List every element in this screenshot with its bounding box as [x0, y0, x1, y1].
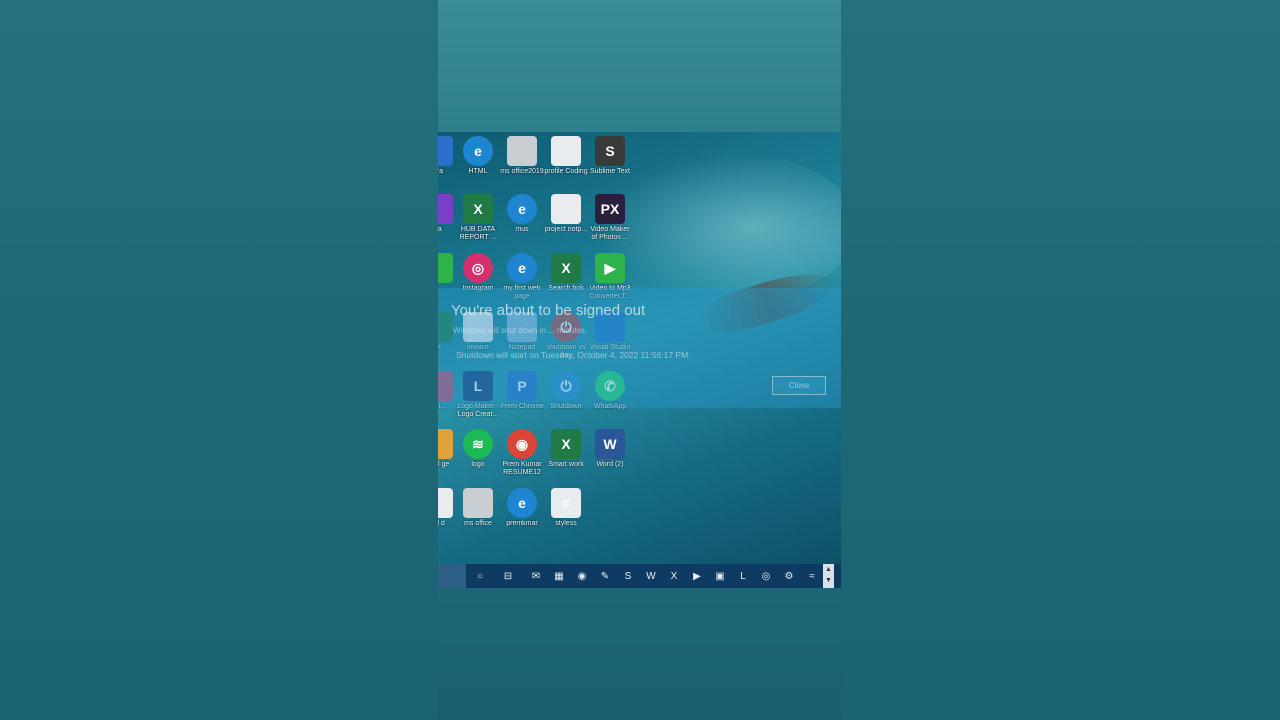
app-icon — [507, 136, 537, 166]
app-icon: ◎ — [463, 253, 493, 283]
dialog-title: You're about to be signed out — [451, 302, 646, 319]
app-icon — [463, 488, 493, 518]
app-icon: e — [507, 488, 537, 518]
tray-app-icon[interactable]: ≈ — [804, 568, 820, 584]
app-icon: ≋ — [463, 429, 493, 459]
desktop-icon[interactable]: e premkmar — [500, 488, 544, 528]
app-icon: X — [551, 253, 581, 283]
notepad-icon[interactable]: ✎ — [597, 568, 613, 584]
app-icon: PX — [595, 194, 625, 224]
blurred-background-right — [841, 0, 1280, 720]
app-icon — [551, 136, 581, 166]
app-icon: ◉ — [507, 429, 537, 459]
app-icon — [551, 194, 581, 224]
app-icon — [438, 136, 453, 166]
desktop-icon-label: Smart work — [548, 461, 584, 468]
desktop-icon[interactable]: e mus — [500, 194, 544, 234]
desktop-icon[interactable]: X Smart work — [544, 429, 588, 469]
desktop-icon[interactable]: project notp... — [544, 194, 588, 234]
desktop-icon-label: Sublime Text — [590, 168, 630, 175]
taskbar-scrollbar[interactable]: ▲ ▼ — [823, 564, 834, 588]
desktop-icon[interactable]: W Word (2) — [588, 429, 632, 469]
desktop-icon-label: styless — [555, 520, 577, 527]
desktop-icon-label: logo — [471, 461, 485, 468]
cortana-icon[interactable]: ○ — [472, 568, 488, 584]
desktop-screen: eraeHTMLms office2019profile CodingSSubl… — [438, 132, 841, 588]
logo-maker-icon[interactable]: L — [735, 568, 751, 584]
scroll-down-icon[interactable]: ▼ — [823, 575, 834, 586]
desktop-icon-label: Video Maker of Photos ... — [590, 226, 630, 241]
dialog-info: Shutdown will start on Tuesday, October … — [456, 350, 691, 360]
desktop-icon-label: HUB DATA REPORT ... — [459, 226, 497, 241]
shutdown-dialog: You're about to be signed out Windows wi… — [438, 288, 841, 408]
desktop-icon[interactable]: ◎ Instagram — [456, 253, 500, 293]
desktop-icon-label: ms office2019 — [500, 168, 544, 175]
search-box[interactable] — [438, 564, 466, 588]
desktop-icon[interactable]: # styless — [544, 488, 588, 528]
desktop-icon[interactable]: S Sublime Text — [588, 136, 632, 176]
desktop-icon-label: HTML — [468, 168, 488, 175]
app-icon — [438, 488, 453, 518]
app-icon: # — [551, 488, 581, 518]
sublime-icon[interactable]: S — [620, 568, 636, 584]
app-icon: S — [595, 136, 625, 166]
task-view-icon[interactable]: ⊟ — [500, 568, 516, 584]
word-icon[interactable]: W — [643, 568, 659, 584]
close-button[interactable]: Close — [772, 376, 826, 395]
desktop-icon[interactable]: ms office2019 — [500, 136, 544, 176]
scroll-up-icon[interactable]: ▲ — [823, 564, 834, 575]
desktop-icon[interactable]: e HTML — [456, 136, 500, 176]
desktop-icon[interactable]: X HUB DATA REPORT ... — [456, 194, 500, 242]
blurred-background-left — [0, 0, 438, 720]
video-frame: eraeHTMLms office2019profile CodingSSubl… — [438, 0, 841, 720]
app-icon: W — [595, 429, 625, 459]
mail-icon[interactable]: ✉ — [528, 568, 544, 584]
media-icon[interactable]: ◉ — [574, 568, 590, 584]
app-icon — [438, 253, 453, 283]
desktop-icon-label: mus — [515, 226, 529, 233]
app-icon: X — [463, 194, 493, 224]
desktop-icon[interactable]: ≋ logo — [456, 429, 500, 469]
taskbar: ○ ⊟ ✉ ▦ ◉ ✎ S W X ▶ ▣ L ◎ ⚙ ≈ ▲ ▼ — [438, 564, 841, 588]
excel-icon[interactable]: X — [666, 568, 682, 584]
app-icon — [438, 194, 453, 224]
desktop-icon-label: Prem Kumar RESUME12 — [502, 461, 542, 476]
app-icon: e — [507, 253, 537, 283]
app-icon: e — [463, 136, 493, 166]
desktop-icon-label: Word (2) — [596, 461, 624, 468]
desktop-icon-label: ms office — [464, 520, 492, 527]
app-icon: X — [551, 429, 581, 459]
dialog-subtitle: Windows will shut down in ... minutes. — [453, 326, 588, 335]
store-icon[interactable]: ▦ — [551, 568, 567, 584]
desktop-icon[interactable]: PX Video Maker of Photos ... — [588, 194, 632, 242]
desktop-icon-label: project notp... — [544, 226, 588, 233]
app-icon: e — [507, 194, 537, 224]
desktop-icon[interactable]: X Search bok — [544, 253, 588, 293]
settings-icon[interactable]: ⚙ — [781, 568, 797, 584]
desktop-icon-label: profile Coding — [544, 168, 588, 175]
video-converter-icon[interactable]: ▶ — [689, 568, 705, 584]
app-icon — [438, 429, 453, 459]
desktop-icon[interactable]: ◉ Prem Kumar RESUME12 — [500, 429, 544, 477]
desktop-icon-label: premkmar — [506, 520, 538, 527]
desktop-icon[interactable]: profile Coding — [544, 136, 588, 176]
chrome-icon[interactable]: ◎ — [758, 568, 774, 584]
video-maker-icon[interactable]: ▣ — [712, 568, 728, 584]
app-icon: ▶ — [595, 253, 625, 283]
desktop-icon[interactable]: ms office — [456, 488, 500, 528]
